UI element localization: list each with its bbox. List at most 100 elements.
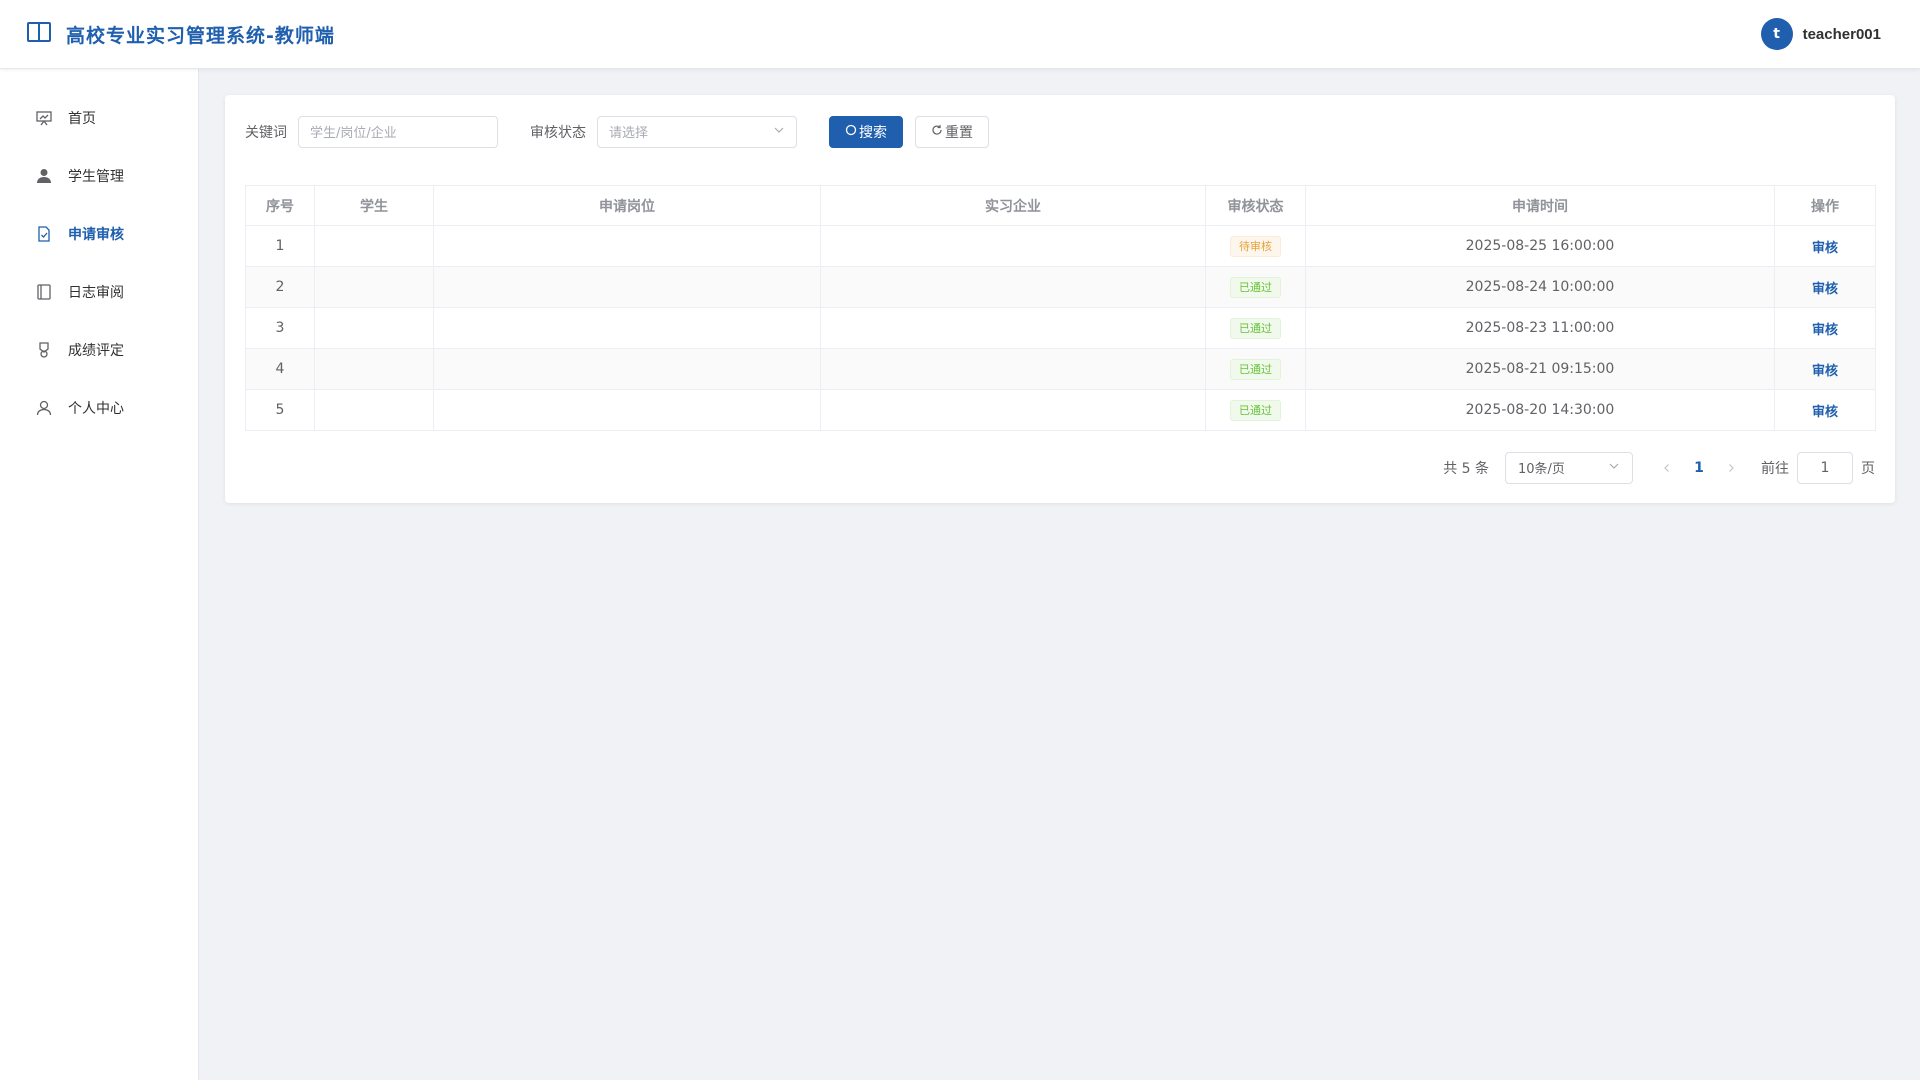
reset-button[interactable]: 重置: [915, 115, 989, 148]
search-icon: [845, 124, 859, 140]
sidebar-item-label: 申请审核: [68, 227, 124, 243]
table-row: 3 已通过 2025-08-23 11:00:00 审核: [245, 307, 1876, 349]
search-button[interactable]: 搜索: [829, 115, 903, 148]
chevron-down-icon: [773, 124, 785, 140]
status-badge: 已通过: [1230, 276, 1281, 298]
chevron-left-icon: [1664, 463, 1669, 472]
review-link[interactable]: 审核: [1812, 282, 1838, 297]
goto-page-input[interactable]: 1: [1797, 451, 1853, 484]
cell-position: [433, 307, 821, 349]
document-check-icon: [35, 225, 53, 243]
cell-index: 5: [245, 389, 315, 431]
page-number-current[interactable]: 1: [1683, 460, 1715, 476]
column-header-position: 申请岗位: [433, 185, 821, 226]
review-link[interactable]: 审核: [1812, 323, 1838, 338]
presentation-board-icon: [35, 109, 53, 127]
sidebar-item-students[interactable]: 学生管理: [0, 147, 198, 205]
cell-action: 审核: [1774, 307, 1876, 349]
column-header-company: 实习企业: [820, 185, 1206, 226]
sidebar-item-label: 成绩评定: [68, 343, 124, 359]
refresh-icon: [931, 124, 945, 140]
prev-page-button[interactable]: [1657, 463, 1677, 473]
reset-button-label: 重置: [945, 124, 973, 141]
status-badge: 已通过: [1230, 399, 1281, 421]
sidebar-item-profile[interactable]: 个人中心: [0, 379, 198, 437]
review-link[interactable]: 审核: [1812, 364, 1838, 379]
filter-bar: 关键词 学生/岗位/企业 审核状态 请选择 搜索 重置: [245, 115, 989, 148]
sidebar-item-label: 个人中心: [68, 401, 124, 417]
page-size-select[interactable]: 10条/页: [1505, 451, 1633, 484]
sidebar-item-log-review[interactable]: 日志审阅: [0, 263, 198, 321]
keyword-label: 关键词: [245, 124, 287, 141]
column-header-time: 申请时间: [1305, 185, 1775, 226]
cell-student: [314, 389, 434, 431]
status-placeholder: 请选择: [609, 126, 649, 141]
cell-status: 已通过: [1205, 266, 1306, 308]
sidebar-item-grading[interactable]: 成绩评定: [0, 321, 198, 379]
cell-time: 2025-08-21 09:15:00: [1305, 348, 1775, 390]
book-open-icon: [26, 19, 66, 49]
brand: 高校专业实习管理系统-教师端: [26, 19, 335, 49]
cell-action: 审核: [1774, 389, 1876, 431]
sidebar-item-application-review[interactable]: 申请审核: [0, 205, 198, 263]
cell-status: 已通过: [1205, 348, 1306, 390]
status-badge: 已通过: [1230, 358, 1281, 380]
review-link[interactable]: 审核: [1812, 405, 1838, 420]
applications-table: 序号 学生 申请岗位 实习企业 审核状态 申请时间 操作 1 待审核 2025-…: [245, 185, 1876, 431]
column-header-status: 审核状态: [1205, 185, 1306, 226]
goto-label: 前往: [1761, 460, 1789, 477]
medal-icon: [35, 341, 53, 359]
sidebar-item-label: 学生管理: [68, 169, 124, 185]
cell-action: 审核: [1774, 225, 1876, 267]
status-label: 审核状态: [530, 124, 586, 141]
sidebar: 首页 学生管理 申请审核 日志审阅 成绩评定 个人中心: [0, 69, 199, 1080]
cell-time: 2025-08-23 11:00:00: [1305, 307, 1775, 349]
cell-company: [820, 348, 1206, 390]
cell-action: 审核: [1774, 348, 1876, 390]
table-header-row: 序号 学生 申请岗位 实习企业 审核状态 申请时间 操作: [245, 185, 1876, 226]
column-header-index: 序号: [245, 185, 315, 226]
cell-status: 已通过: [1205, 389, 1306, 431]
username[interactable]: teacher001: [1803, 26, 1881, 43]
cell-company: [820, 225, 1206, 267]
cell-company: [820, 389, 1206, 431]
avatar[interactable]: t: [1760, 18, 1793, 50]
table-row: 2 已通过 2025-08-24 10:00:00 审核: [245, 266, 1876, 308]
status-badge: 待审核: [1230, 235, 1281, 257]
column-header-action: 操作: [1774, 185, 1876, 226]
cell-company: [820, 307, 1206, 349]
cell-student: [314, 348, 434, 390]
search-button-label: 搜索: [859, 124, 887, 141]
cell-company: [820, 266, 1206, 308]
chevron-right-icon: [1729, 463, 1734, 472]
status-select[interactable]: 请选择: [597, 115, 797, 148]
user-outline-icon: [35, 399, 53, 417]
app-title: 高校专业实习管理系统-教师端: [66, 24, 335, 47]
status-badge: 已通过: [1230, 317, 1281, 339]
user-icon: [35, 167, 53, 185]
cell-student: [314, 307, 434, 349]
top-header: 高校专业实习管理系统-教师端 t teacher001: [0, 0, 1920, 69]
user-menu[interactable]: t teacher001: [1760, 18, 1881, 50]
cell-status: 已通过: [1205, 307, 1306, 349]
cell-position: [433, 348, 821, 390]
notebook-icon: [35, 283, 53, 301]
pagination: 共 5 条 10条/页 1 前往 1 页: [1443, 451, 1875, 484]
keyword-input[interactable]: 学生/岗位/企业: [298, 115, 498, 148]
cell-position: [433, 389, 821, 431]
page-suffix-label: 页: [1861, 460, 1875, 477]
keyword-placeholder: 学生/岗位/企业: [310, 126, 397, 141]
table-row: 5 已通过 2025-08-20 14:30:00 审核: [245, 389, 1876, 431]
next-page-button[interactable]: [1721, 463, 1741, 473]
application-review-panel: 关键词 学生/岗位/企业 审核状态 请选择 搜索 重置 序号 学生 申请岗位 实…: [225, 95, 1895, 503]
table-row: 4 已通过 2025-08-21 09:15:00 审核: [245, 348, 1876, 390]
cell-position: [433, 225, 821, 267]
cell-time: 2025-08-25 16:00:00: [1305, 225, 1775, 267]
cell-action: 审核: [1774, 266, 1876, 308]
review-link[interactable]: 审核: [1812, 241, 1838, 256]
page-size-value: 10条/页: [1518, 462, 1565, 477]
sidebar-item-label: 首页: [68, 111, 96, 127]
sidebar-item-home[interactable]: 首页: [0, 89, 198, 147]
cell-time: 2025-08-20 14:30:00: [1305, 389, 1775, 431]
cell-student: [314, 225, 434, 267]
